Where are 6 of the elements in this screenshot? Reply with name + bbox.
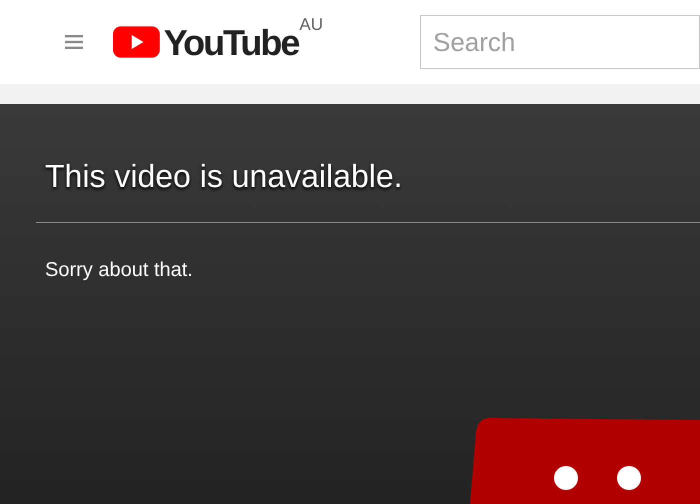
- error-title: This video is unavailable.: [45, 157, 404, 196]
- search-field[interactable]: Search: [420, 15, 700, 69]
- logo-wordmark: YouTube: [164, 25, 298, 61]
- menu-icon[interactable]: [65, 33, 83, 51]
- country-code: AU: [299, 14, 323, 36]
- error-subtitle: Sorry about that.: [45, 258, 194, 283]
